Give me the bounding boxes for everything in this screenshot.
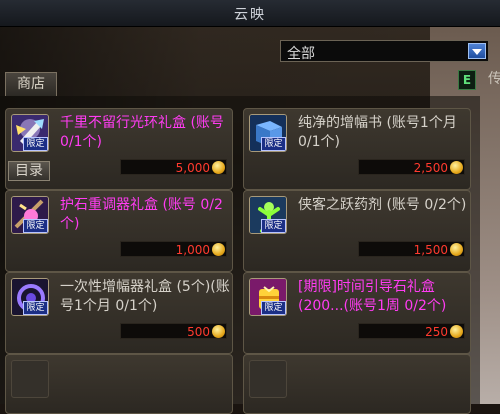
gold-coin-icon <box>450 161 463 174</box>
item-price: 250 <box>425 325 448 339</box>
price-field: 5,000 <box>120 159 227 175</box>
item-name: 纯净的增幅书 (账号1个月 0/1个) <box>298 115 457 150</box>
price-field: 250 <box>358 323 465 339</box>
price-field: 1,500 <box>358 241 465 257</box>
gold-coin-icon <box>450 325 463 338</box>
amplify-book-icon: 限定 <box>249 114 287 152</box>
item-price: 1,000 <box>175 243 210 257</box>
shop-item-card[interactable] <box>243 354 471 414</box>
shop-item-card[interactable]: 限定 护石重调器礼盒 (账号 0/2个) 1,000 <box>5 190 233 272</box>
gold-coin-icon <box>450 243 463 256</box>
limited-badge: 限定 <box>261 219 286 233</box>
sword-aura-icon: 限定 <box>11 114 49 152</box>
limited-badge: 限定 <box>261 301 286 315</box>
limited-badge: 限定 <box>23 219 48 233</box>
shop-item-card[interactable]: 限定 纯净的增幅书 (账号1个月 0/1个) 2,500 <box>243 108 471 190</box>
amplifier-box-icon: 限定 <box>11 278 49 316</box>
limited-badge: 限定 <box>261 137 286 151</box>
dropdown-selected-value: 全部 <box>287 46 315 62</box>
item-name: 护石重调器礼盒 (账号 0/2个) <box>60 197 223 232</box>
window-titlebar[interactable]: 云映 <box>0 0 500 27</box>
shop-item-card[interactable]: 限定 一次性增幅器礼盒 (5个)(账号1个月 0/1个) 500 <box>5 272 233 354</box>
item-name: 千里不留行光环礼盒 (账号 0/1个) <box>60 115 224 150</box>
edge-text: 传 <box>488 71 500 87</box>
item-name: [期限]时间引导石礼盒 (200...(账号1周 0/2个) <box>298 279 447 314</box>
item-slot <box>11 360 49 398</box>
shop-item-card[interactable]: 限定 侠客之跃药剂 (账号 0/2个) 1,500 <box>243 190 471 272</box>
gold-coin-icon <box>212 161 225 174</box>
price-field: 500 <box>120 323 227 339</box>
item-price: 2,500 <box>413 161 448 175</box>
category-filter-dropdown[interactable]: 全部 <box>280 40 489 62</box>
jump-potion-icon: 限定 <box>249 196 287 234</box>
shop-item-card[interactable] <box>5 354 233 414</box>
item-price: 5,000 <box>175 161 210 175</box>
window-title: 云映 <box>234 7 266 23</box>
limited-badge: 限定 <box>23 301 48 315</box>
shop-item-card[interactable]: 限定 千里不留行光环礼盒 (账号 0/1个) 目录 5,000 <box>5 108 233 190</box>
shop-panel: 限定 千里不留行光环礼盒 (账号 0/1个) 目录 5,000 限定 纯净的增幅… <box>0 96 480 414</box>
item-name: 侠客之跃药剂 (账号 0/2个) <box>298 197 467 213</box>
chevron-down-icon[interactable] <box>468 43 486 59</box>
tab-shop[interactable]: 商店 <box>5 72 57 96</box>
item-slot <box>249 360 287 398</box>
shop-item-card[interactable]: 限定 [期限]时间引导石礼盒 (200...(账号1周 0/2个) 250 <box>243 272 471 354</box>
item-price: 500 <box>187 325 210 339</box>
gold-coin-icon <box>212 243 225 256</box>
price-field: 2,500 <box>358 159 465 175</box>
item-name: 一次性增幅器礼盒 (5个)(账号1个月 0/1个) <box>60 279 230 314</box>
talisman-tuner-icon: 限定 <box>11 196 49 234</box>
price-field: 1,000 <box>120 241 227 257</box>
catalog-button[interactable]: 目录 <box>8 161 50 181</box>
item-price: 1,500 <box>413 243 448 257</box>
e-key-icon[interactable]: E <box>458 70 476 90</box>
time-stone-box-icon: 限定 <box>249 278 287 316</box>
limited-badge: 限定 <box>23 137 48 151</box>
gold-coin-icon <box>212 325 225 338</box>
